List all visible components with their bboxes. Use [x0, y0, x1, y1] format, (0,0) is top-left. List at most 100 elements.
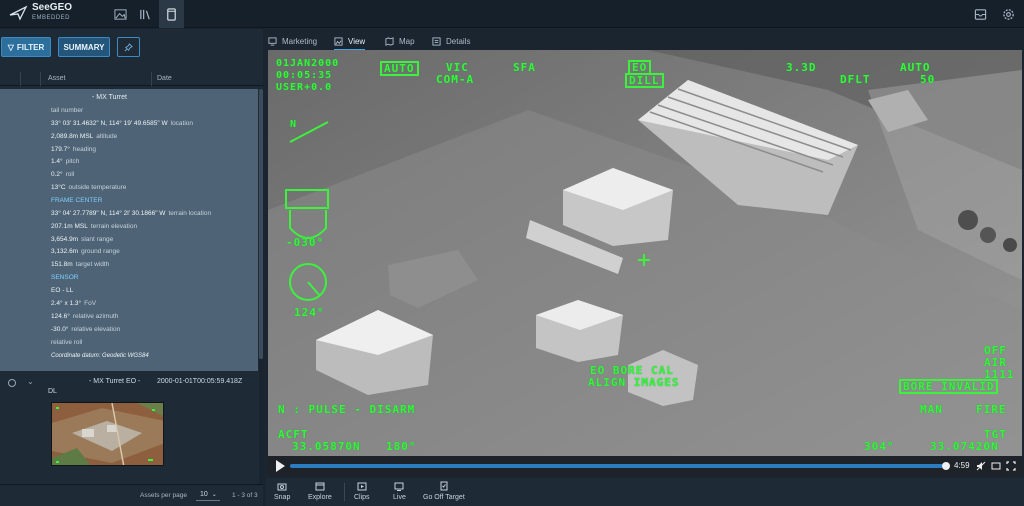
logo-title: SeeGEO: [32, 2, 73, 13]
section-sensor: SENSOR: [51, 274, 79, 281]
camera-icon: [277, 483, 287, 491]
asset-name: - MX Turret EO -: [89, 378, 141, 385]
detail-row: 2.4° x 1.3° FoV: [51, 300, 97, 307]
detail-row: 13°C outside temperature: [51, 184, 127, 191]
details-title: - MX Turret: [92, 94, 128, 101]
library-icon[interactable]: [133, 0, 158, 28]
asset-thumbnail[interactable]: [51, 402, 164, 466]
play-icon[interactable]: [276, 460, 285, 472]
hud-bore-invalid: BORE INVALID: [899, 379, 999, 394]
hud-sfa: SFA: [513, 61, 536, 74]
image-icon[interactable]: [108, 0, 133, 28]
hud-align-images: ALIGN IMAGES: [588, 376, 680, 389]
detail-row: 1.4° pitch: [51, 158, 80, 165]
hud-pulse: N : PULSE - DISARM: [278, 403, 416, 416]
detail-row: relative roll: [51, 339, 83, 346]
hud-dill: DILL: [625, 73, 664, 88]
detail-row: 33° 03' 31.4632" N, 114° 19' 49.6585" Wl…: [51, 120, 194, 127]
asset-panel: ▽ FILTER SUMMARY Asset Date - MX Turret …: [0, 29, 263, 506]
hud-hdg-left: 180°: [386, 440, 417, 453]
clips-button[interactable]: Clips: [354, 481, 370, 501]
detail-row: 124.6° relative azimuth: [51, 313, 119, 320]
chevron-down-icon[interactable]: ⌄: [27, 377, 34, 386]
progress-bar[interactable]: [290, 464, 943, 468]
pager: Assets per page 10 ⌄ 1 - 3 of 3: [0, 484, 263, 506]
asset-details: - MX Turret tail number 33° 03' 31.4632"…: [0, 89, 258, 371]
inbox-icon[interactable]: [968, 0, 993, 28]
progress-knob[interactable]: [942, 462, 950, 470]
hud-north-marker: N: [290, 119, 298, 130]
column-asset[interactable]: Asset: [48, 75, 66, 82]
assets-per-page-label: Assets per page: [140, 492, 187, 499]
column-date[interactable]: Date: [157, 75, 172, 82]
live-icon: [394, 482, 404, 491]
tab-marketing[interactable]: Marketing: [268, 33, 317, 49]
monitor-icon: [268, 36, 277, 46]
page-range: 1 - 3 of 3: [232, 492, 258, 499]
list-item[interactable]: ⌄ - MX Turret EO - 2000-01-01T00:05:59.4…: [0, 374, 258, 474]
filter-button[interactable]: ▽ FILTER: [1, 37, 51, 57]
volume-icon[interactable]: [976, 461, 986, 471]
plane-logo-icon: [9, 5, 28, 21]
tablet-icon[interactable]: [159, 0, 184, 28]
tab-map[interactable]: Map: [385, 33, 415, 49]
video-player[interactable]: 01JAN2000 00:05:35 USER+0.0 AUTO VIC COM…: [268, 50, 1022, 476]
logo-subtitle: EMBEDDED: [32, 15, 71, 21]
detail-row: tail number: [51, 107, 84, 114]
hud-auto: AUTO: [380, 61, 419, 76]
hud-user: USER+0.0: [276, 82, 333, 93]
section-frame-center: FRAME CENTER: [51, 197, 103, 204]
pin-button[interactable]: [117, 37, 140, 57]
clips-icon: [357, 482, 367, 491]
page-size-select[interactable]: 10 ⌄: [196, 489, 220, 501]
tab-view[interactable]: View: [334, 33, 366, 51]
filter-icon: ▽: [7, 42, 14, 52]
hud-date: 01JAN2000: [276, 58, 340, 69]
hud-dflt: DFLT: [840, 73, 871, 86]
image-icon: [334, 36, 343, 46]
summary-button[interactable]: SUMMARY: [58, 37, 110, 57]
hud-azimuth: -030°: [286, 236, 325, 249]
explore-button[interactable]: Explore: [308, 481, 332, 501]
explore-icon: [315, 482, 325, 491]
list-scrollbar[interactable]: [259, 89, 263, 484]
detail-row: 179.7° heading: [51, 146, 97, 153]
select-radio[interactable]: [8, 379, 16, 387]
asset-date: 2000-01-01T00:05:59.418Z: [157, 378, 243, 385]
target-icon: [440, 481, 448, 491]
hud-lat-left: 33.05870N: [292, 440, 361, 453]
map-icon: [385, 36, 394, 46]
hud-zoom: 3.3D: [786, 61, 817, 74]
hud-elevation: 124°: [294, 306, 325, 319]
hud-man: MAN: [920, 403, 943, 416]
gear-icon[interactable]: [993, 0, 1023, 28]
detail-row: 207.1m MSL terrain elevation: [51, 223, 138, 230]
hud-hdg-right: 304°: [864, 440, 895, 453]
hud-lat-right: 33.07420N: [930, 440, 999, 453]
time-remaining: 4:59: [954, 461, 970, 470]
fullscreen-icon[interactable]: [1006, 461, 1016, 471]
player-controls: 4:59: [268, 456, 1022, 476]
asset-suffix: DL: [48, 388, 57, 395]
coordinate-datum: Coordinate datum: Geodetic WGS84: [51, 353, 149, 359]
detail-row: 3,132.6m ground range: [51, 248, 120, 255]
list-icon: [432, 36, 441, 46]
detail-row: EO - LL: [51, 287, 74, 294]
tab-details[interactable]: Details: [432, 33, 470, 49]
app-logo[interactable]: SeeGEO EMBEDDED: [8, 3, 72, 23]
chevron-down-icon: ⌄: [211, 492, 217, 498]
pin-icon: [124, 42, 133, 51]
live-button[interactable]: Live: [393, 481, 406, 501]
scroll-thumb[interactable]: [259, 89, 263, 359]
detail-row: 33° 04' 27.7789" N, 114° 2l' 30.1866" Wt…: [51, 210, 212, 217]
go-off-target-button[interactable]: Go Off Target: [423, 481, 465, 501]
detail-row: 151.8m target width: [51, 261, 110, 268]
captions-icon[interactable]: [991, 461, 1001, 471]
top-bar: SeeGEO EMBEDDED: [0, 0, 1024, 28]
action-bar: Snap Explore Clips Live Go Off Target: [266, 478, 1024, 506]
detail-row: -30.0° relative elevation: [51, 326, 121, 333]
detail-row: 0.2° roll: [51, 171, 75, 178]
table-header: Asset Date: [0, 72, 263, 86]
snap-button[interactable]: Snap: [274, 481, 290, 501]
hud-time: 00:05:35: [276, 70, 333, 81]
